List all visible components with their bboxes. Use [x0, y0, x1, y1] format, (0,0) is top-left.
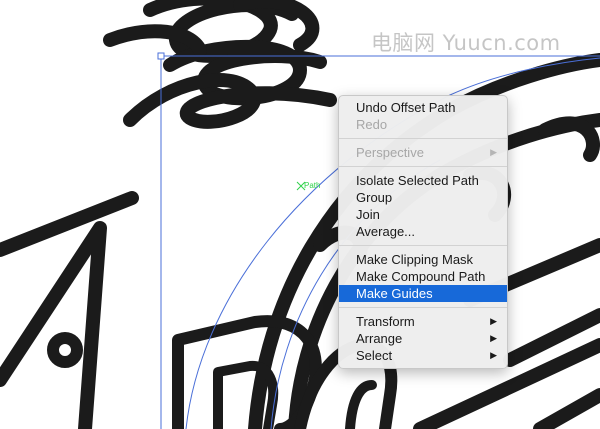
submenu-arrow-icon: ▶ [490, 316, 497, 326]
right-loop [538, 116, 600, 162]
menu-item-label: Make Guides [356, 286, 433, 301]
menu-item-isolate-selected-path[interactable]: Isolate Selected Path [339, 172, 507, 189]
menu-item-join[interactable]: Join [339, 206, 507, 223]
menu-item-label: Undo Offset Path [356, 100, 456, 115]
letter-outline [345, 380, 377, 429]
menu-separator [339, 166, 507, 167]
menu-item-select[interactable]: Select ▶ [339, 347, 507, 364]
menu-separator [339, 138, 507, 139]
menu-item-label: Transform [356, 314, 415, 329]
menu-item-label: Arrange [356, 331, 403, 346]
menu-item-perspective[interactable]: Perspective ▶ [339, 144, 507, 161]
diagonal-stroke [533, 388, 600, 429]
artwork [0, 0, 600, 429]
anchor-path-label: Path [304, 181, 321, 190]
menu-item-make-clipping-mask[interactable]: Make Clipping Mask [339, 251, 507, 268]
menu-item-label: Make Clipping Mask [356, 252, 474, 267]
menu-item-label: Join [356, 207, 380, 222]
selection-handle [157, 52, 165, 60]
menu-item-transform[interactable]: Transform ▶ [339, 313, 507, 330]
watermark-text: 电脑网 Yuucn.com [371, 31, 561, 55]
letter-a-stroke [0, 191, 139, 257]
menu-item-label: Redo [356, 117, 388, 132]
menu-item-label: Make Compound Path [356, 269, 486, 284]
menu-item-group[interactable]: Group [339, 189, 507, 206]
menu-separator [339, 307, 507, 308]
submenu-arrow-icon: ▶ [490, 350, 497, 360]
menu-item-redo[interactable]: Redo [339, 116, 507, 133]
menu-item-undo-offset-path[interactable]: Undo Offset Path [339, 99, 507, 116]
context-menu: Undo Offset Path Redo Perspective ▶ Isol… [338, 95, 508, 369]
menu-item-label: Select [356, 348, 393, 363]
menu-item-label: Perspective [356, 145, 424, 160]
menu-item-make-guides[interactable]: Make Guides [339, 285, 507, 302]
submenu-arrow-icon: ▶ [490, 333, 497, 343]
menu-separator [339, 245, 507, 246]
menu-item-average[interactable]: Average... [339, 223, 507, 240]
menu-item-label: Group [356, 190, 393, 205]
letter-a-dot [47, 332, 83, 368]
menu-item-label: Average... [356, 224, 416, 239]
menu-item-label: Isolate Selected Path [356, 173, 479, 188]
menu-item-arrange[interactable]: Arrange ▶ [339, 330, 507, 347]
letter-a-stroke [0, 221, 107, 429]
submenu-arrow-icon: ▶ [490, 147, 497, 157]
illustrator-canvas[interactable]: 电脑网 Yuucn.com Path Undo Offset Path Redo… [0, 0, 600, 429]
menu-item-make-compound-path[interactable]: Make Compound Path [339, 268, 507, 285]
